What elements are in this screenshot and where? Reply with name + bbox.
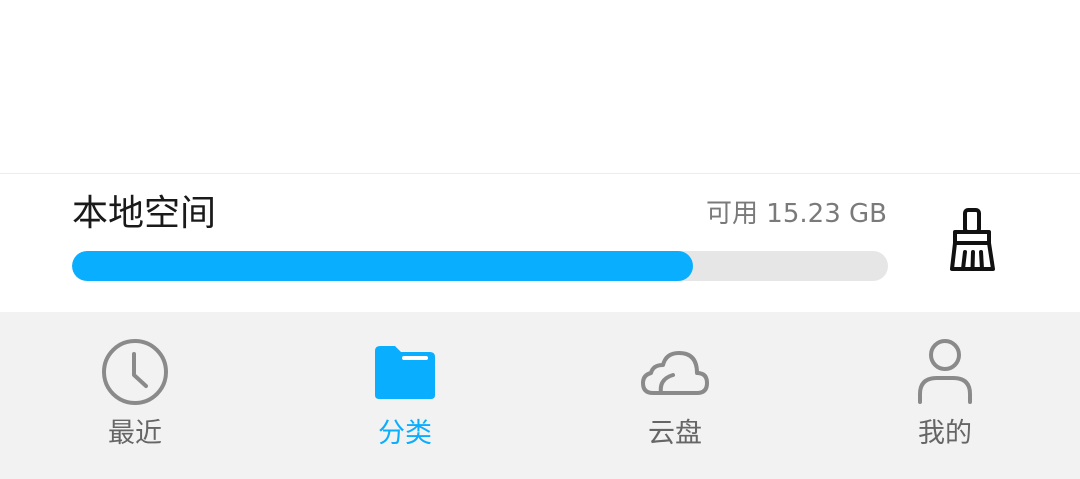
- cloud-icon: [641, 351, 709, 395]
- clock-icon: [102, 339, 168, 405]
- tab-recent-label: 最近: [108, 418, 162, 449]
- storage-available-text: 可用 15.23 GB: [706, 199, 887, 229]
- tab-category-icon-wrap: [369, 336, 441, 408]
- tab-recent[interactable]: 最近: [0, 312, 270, 479]
- tab-cloud[interactable]: 云盘: [540, 312, 810, 479]
- tab-cloud-label: 云盘: [648, 418, 702, 449]
- storage-progress-bar: [72, 251, 888, 281]
- tab-recent-icon-wrap: [99, 336, 171, 408]
- tab-cloud-icon-wrap: [639, 336, 711, 408]
- person-icon: [918, 339, 972, 404]
- tab-mine-icon-wrap: [909, 336, 981, 408]
- tab-mine-label: 我的: [918, 418, 972, 449]
- tab-category-label: 分类: [378, 418, 432, 449]
- content-area: [0, 0, 1080, 173]
- local-storage-panel[interactable]: 本地空间 可用 15.23 GB: [0, 174, 1080, 312]
- storage-progress-fill: [72, 251, 693, 281]
- folder-icon: [375, 346, 435, 399]
- storage-title: 本地空间: [72, 193, 217, 234]
- broom-icon: [950, 208, 995, 271]
- tab-category[interactable]: 分类: [270, 312, 540, 479]
- tab-mine[interactable]: 我的: [810, 312, 1080, 479]
- clean-button[interactable]: [936, 202, 1008, 278]
- bottom-tab-bar: 最近 分类 云盘 我的: [0, 312, 1080, 479]
